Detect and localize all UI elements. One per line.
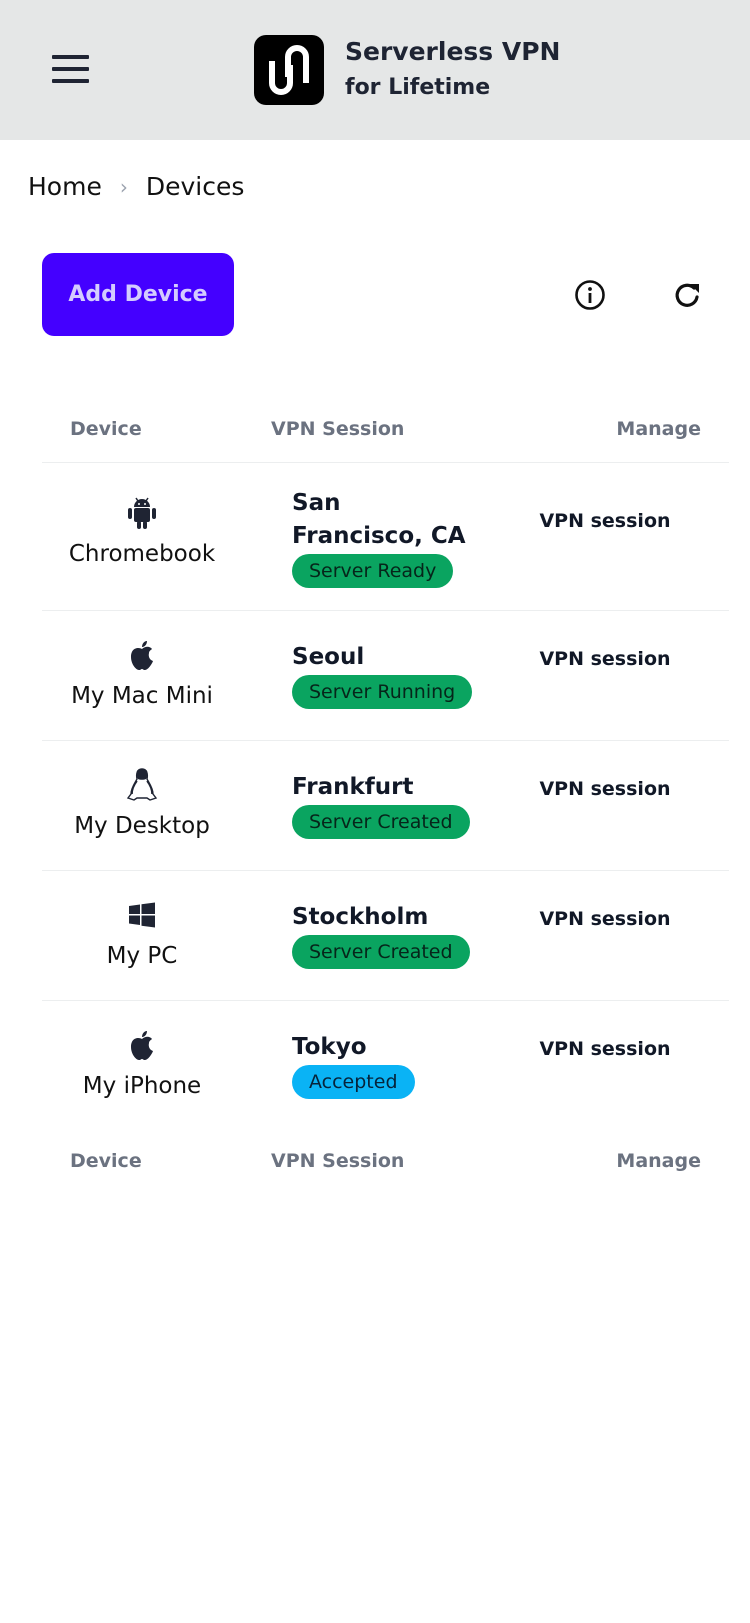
manage-vpn-session-link[interactable]: VPN session [539,511,671,532]
app-title: Serverless VPN [345,37,561,66]
column-header-device: Device [70,417,142,440]
top-app-bar: Serverless VPN for Lifetime [0,0,750,140]
add-device-button[interactable]: Add Device [42,253,234,336]
session-city: Frankfurt [292,774,414,800]
info-button[interactable] [573,278,607,312]
app-subtitle: for Lifetime [345,75,491,100]
apple-icon [128,1027,156,1063]
table-row: My Desktop Frankfurt Server Created VPN … [42,741,729,871]
session-city: Tokyo [292,1034,367,1060]
column-header-vpn-session: VPN Session [271,417,405,440]
refresh-icon [675,283,699,307]
manage-vpn-session-link[interactable]: VPN session [539,1039,671,1060]
status-badge: Server Ready [292,554,454,588]
status-badge: Accepted [292,1065,415,1099]
device-name: Chromebook [68,541,216,567]
table-footer: Device VPN Session Manage [42,1131,729,1191]
device-name: My Desktop [74,813,210,839]
table-row: My PC Stockholm Server Created VPN sessi… [42,871,729,1001]
device-name: My Mac Mini [71,683,213,709]
hamburger-menu-icon[interactable] [52,53,89,85]
breadcrumb-devices: Devices [145,172,245,201]
table-row: My iPhone Tokyo Accepted VPN session [42,1001,729,1131]
status-badge: Server Created [292,935,470,969]
column-header-manage: Manage [616,417,701,440]
windows-icon [128,897,156,933]
session-city: Seoul [292,644,365,670]
chevron-right-icon: › [119,174,128,199]
manage-vpn-session-link[interactable]: VPN session [539,909,671,930]
apple-icon [128,637,156,673]
column-footer-device: Device [70,1150,142,1172]
session-city: Stockholm [292,904,429,930]
brand[interactable]: Serverless VPN for Lifetime [254,35,560,105]
breadcrumb: Home › Devices [28,172,244,201]
serverless-vpn-logo-icon [254,35,324,105]
status-badge: Server Created [292,805,470,839]
device-name: My iPhone [82,1073,202,1099]
table-header: Device VPN Session Manage [42,395,729,463]
breadcrumb-home[interactable]: Home [28,172,102,201]
manage-vpn-session-link[interactable]: VPN session [539,779,671,800]
session-city: San Francisco, CA [292,490,466,549]
info-circle-icon [575,280,605,310]
table-row: My Mac Mini Seoul Server Running VPN ses… [42,611,729,741]
status-badge: Server Running [292,675,473,709]
device-name: My PC [106,943,178,969]
android-icon [127,495,157,531]
manage-vpn-session-link[interactable]: VPN session [539,649,671,670]
refresh-button[interactable] [671,278,705,312]
devices-table: Device VPN Session Manage Chromebook San… [42,395,729,1191]
table-row: Chromebook San Francisco, CA Server Read… [42,463,729,611]
column-footer-manage: Manage [616,1150,701,1172]
linux-icon [126,767,158,803]
column-footer-vpn-session: VPN Session [271,1150,405,1172]
